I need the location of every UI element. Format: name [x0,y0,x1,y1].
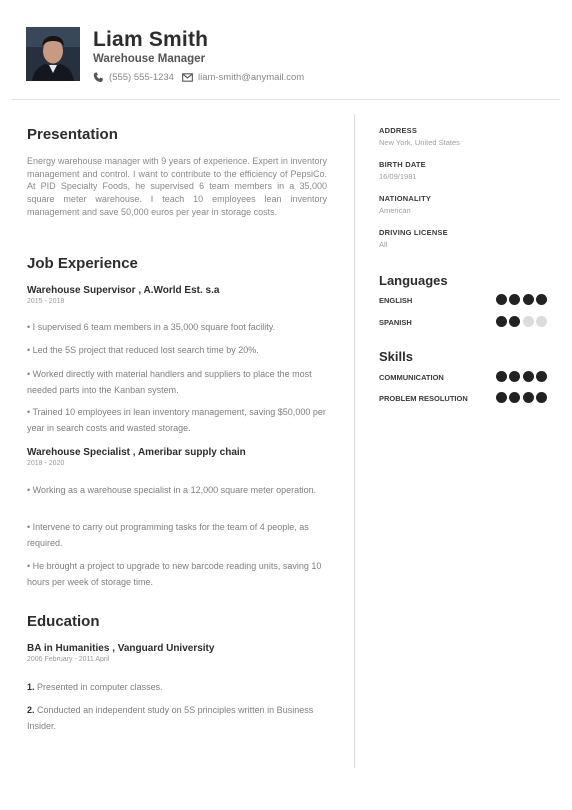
education-item: 2. Conducted an independent study on 5S … [27,703,327,734]
education-item-number: 1. [27,682,35,692]
rating-dot-filled [522,392,534,403]
job-title: Warehouse Specialist , Ameribar supply c… [27,447,246,458]
rating-dot-filled [509,294,520,305]
info-label-driving-license: DRIVING LICENSE [379,228,448,237]
phone-number: (555) 555-1234 [109,72,174,83]
rating-dot-filled [536,371,547,382]
header-divider [12,99,560,100]
language-row: SPANISH [379,316,547,330]
job-bullet: • Worked directly with material handlers… [27,369,312,395]
info-value-birth-date: 16/09/1981 [379,172,417,181]
rating-dot-filled [509,316,520,327]
info-value-nationality: American [379,206,411,215]
skills-heading: Skills [379,349,413,364]
email-address: liam-smith@anymail.com [197,72,305,83]
profile-photo [26,27,80,81]
rating-dot-filled [522,371,534,382]
info-label-birth-date: BIRTH DATE [379,160,426,169]
info-label-nationality: NATIONALITY [379,194,432,203]
job-bullet: • I supervised 6 team members in a 35,00… [27,322,276,332]
rating-dot-filled [509,392,520,403]
job-dates: 2018 - 2020 [27,460,65,467]
job-dates: 2015 - 2018 [27,298,65,305]
education-item-number: 2. [27,705,35,715]
language-name: SPANISH [379,318,412,327]
rating-dots [493,294,547,305]
skill-name: PROBLEM RESOLUTION [379,394,468,403]
rating-dot-filled [495,392,507,403]
job-bullet: • Trained 10 employees in lean inventory… [27,407,326,433]
language-name: ENGLISH [379,296,413,305]
column-divider [354,114,355,768]
phone-icon [93,72,103,82]
job-title: Warehouse Supervisor , A.World Est. s.a [27,285,220,296]
info-label-address: ADDRESS [379,126,418,135]
job-bullet: • He brought a project to upgrade to new… [27,561,322,587]
language-row: ENGLISH [379,294,547,308]
job-bullet: • Led the 5S project that reduced lost s… [27,345,259,355]
info-value-driving-license: All [379,240,388,249]
rating-dot-empty [522,316,534,327]
rating-dots [493,392,547,403]
presentation-heading: Presentation [27,126,118,143]
education-item: 1. Presented in computer classes. [27,680,327,696]
education-item-text: Conducted an independent study on 5S pri… [27,705,314,731]
rating-dot-filled [495,294,507,305]
skill-row: PROBLEM RESOLUTION [379,392,547,406]
rating-dots [493,316,547,327]
contact-line: (555) 555-1234 liam-smith@anymail.com [93,72,304,83]
presentation-text: Energy warehouse manager with 9 years of… [27,156,327,217]
rating-dot-filled [509,371,520,382]
candidate-name: Liam Smith [93,28,209,51]
degree-dates: 2006 February - 2011 April [27,656,110,663]
job-bullet: • Intervene to carry out programming tas… [27,522,309,548]
education-item-text: Presented in computer classes. [37,682,163,692]
education-heading: Education [27,613,100,630]
candidate-title: Warehouse Manager [93,53,206,65]
rating-dot-empty [536,316,547,327]
languages-heading: Languages [379,273,448,288]
envelope-icon [182,73,193,82]
rating-dot-filled [495,371,507,382]
experience-heading: Job Experience [27,255,138,272]
rating-dot-filled [536,392,547,403]
degree-title: BA in Humanities , Vanguard University [27,643,215,654]
skill-name: COMMUNICATION [379,373,444,382]
skill-row: COMMUNICATION [379,371,547,385]
info-value-address: New York, United States [379,138,460,147]
rating-dot-filled [522,294,534,305]
job-bullet: • Working as a warehouse specialist in a… [27,485,317,495]
resume-header: Liam Smith Warehouse Manager (555) 555-1… [0,0,572,100]
rating-dot-filled [495,316,507,327]
rating-dot-filled [536,294,547,305]
rating-dots [493,371,547,382]
